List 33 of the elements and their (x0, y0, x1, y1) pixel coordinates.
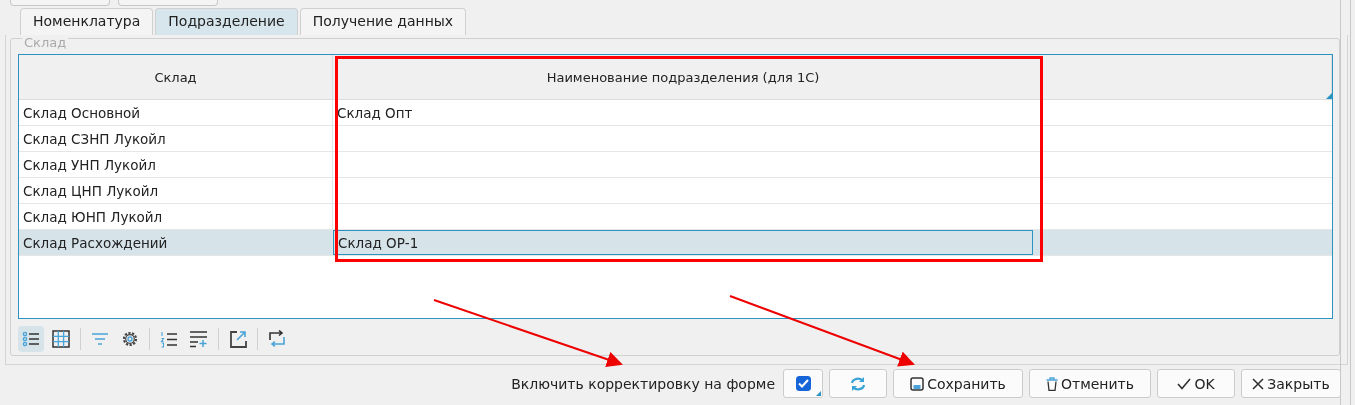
tab[interactable]: Подразделение (155, 8, 298, 35)
numbered-list-icon[interactable] (160, 330, 178, 348)
export-icon[interactable] (229, 330, 247, 348)
check-icon (1177, 377, 1192, 390)
table-cell[interactable]: Склад Опт (333, 100, 1033, 125)
checkbox-label: Включить корректировку на форме (511, 375, 775, 392)
close-button[interactable]: Закрыть (1241, 369, 1341, 398)
save-icon (910, 376, 925, 391)
refresh-button[interactable] (829, 369, 887, 398)
check-icon (797, 379, 809, 388)
table-cell[interactable]: Склад УНП Лукойл (19, 152, 333, 177)
refresh-icon (849, 375, 867, 392)
table-cell[interactable]: Склад Основной (19, 100, 333, 125)
list-view-icon[interactable] (22, 331, 40, 347)
group-title: Склад (22, 36, 69, 50)
checkbox[interactable] (783, 369, 823, 398)
trash-icon (1046, 376, 1058, 391)
swap-icon[interactable] (267, 330, 287, 348)
grid-icon[interactable] (52, 330, 70, 348)
table-cell[interactable]: Склад СЗНП Лукойл (19, 126, 333, 151)
tab[interactable]: Номенклатура (20, 8, 154, 35)
table-cell[interactable]: Склад ЦНП Лукойл (19, 178, 333, 203)
ok-button[interactable]: OK (1157, 369, 1235, 398)
table-cell[interactable]: Склад ОР-1 (333, 230, 1033, 255)
column-header[interactable]: Наименование подразделения (для 1С) (333, 55, 1033, 99)
add-row-icon[interactable] (189, 330, 209, 348)
settings-icon[interactable] (121, 330, 139, 348)
tab[interactable]: Получение данных (299, 8, 467, 35)
column-header[interactable]: Склад (19, 55, 333, 99)
table-cell[interactable]: Склад ЮНП Лукойл (19, 204, 333, 229)
close-icon (1252, 377, 1265, 390)
save-button[interactable]: Сохранить (893, 369, 1023, 398)
cancel-button[interactable]: Отменить (1029, 369, 1151, 398)
